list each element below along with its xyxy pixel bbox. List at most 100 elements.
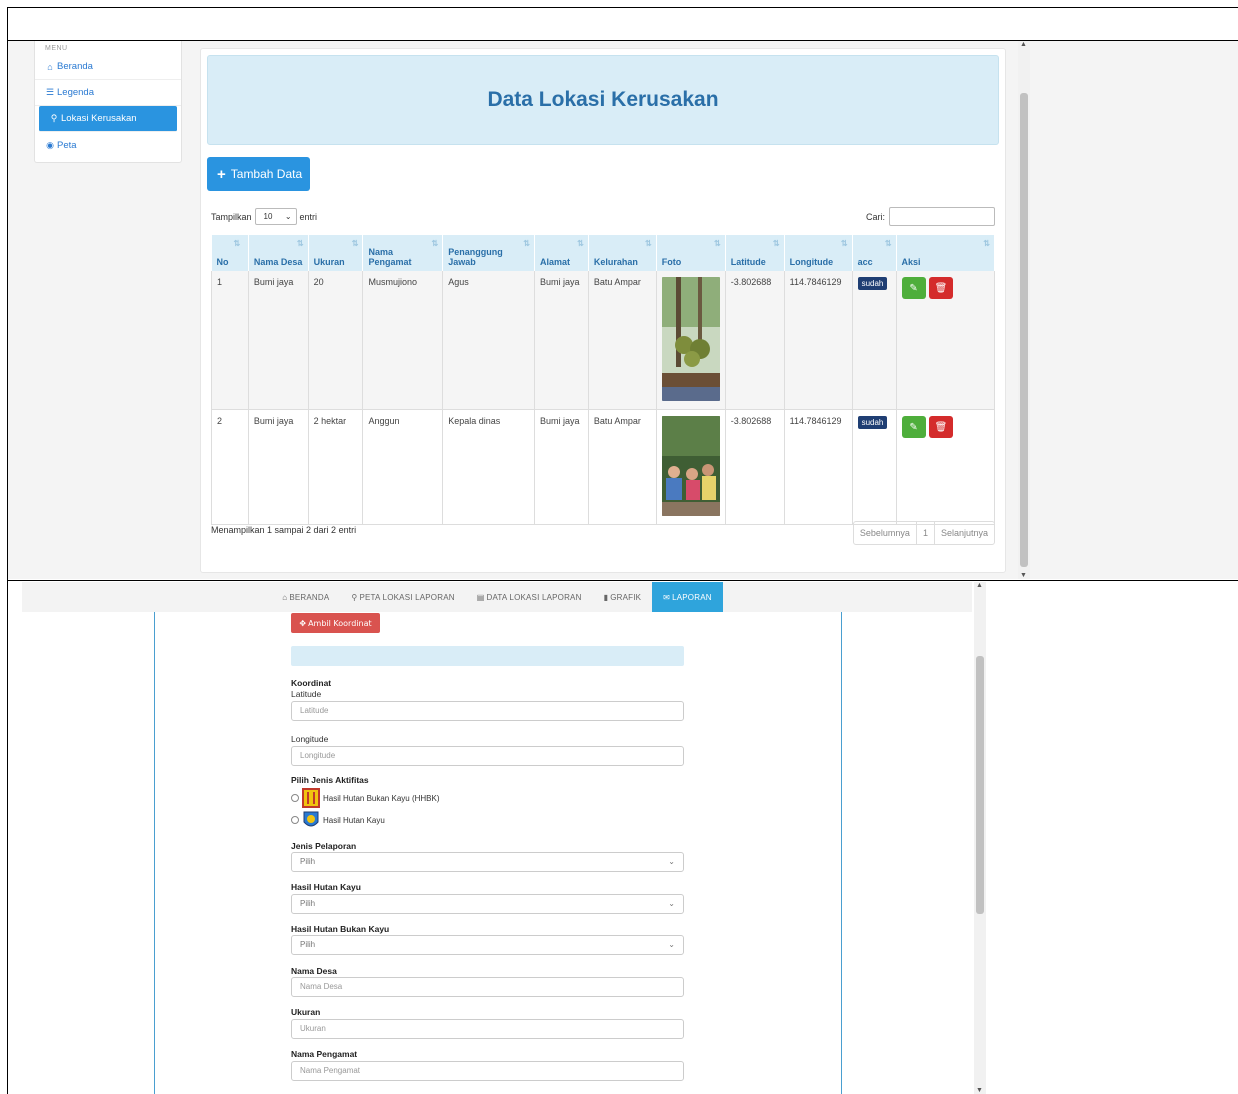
ukuran-input[interactable]: Ukuran [291, 1019, 684, 1039]
koordinat-heading: Koordinat [291, 678, 332, 688]
sidebar-item-lokasi-kerusakan[interactable]: ⚲ Lokasi Kerusakan [39, 106, 177, 132]
top-navbar: ⌂ BERANDA ⚲ PETA LOKASI LAPORAN ▤ DATA LOKA… [22, 582, 972, 612]
nav-data-lokasi-laporan[interactable]: ▤ DATA LOKASI LAPORAN [466, 582, 593, 612]
longitude-input[interactable]: Longitude [291, 746, 684, 766]
delete-button[interactable]: 🗑 [929, 416, 954, 438]
radio-hhk[interactable]: Hasil Hutan Kayu [291, 810, 385, 830]
cell-aksi: ✎ 🗑 [895, 409, 996, 525]
nav-label: PETA LOKASI LAPORAN [359, 592, 455, 602]
th-nama-pengamat[interactable]: ⇅ Nama Pengamat [362, 235, 444, 271]
pagination-page[interactable]: 1 [917, 522, 935, 544]
sidebar-item-peta[interactable]: ◉ Peta [35, 132, 181, 158]
th-alamat[interactable]: ⇅ Alamat [534, 235, 589, 271]
nav-beranda[interactable]: ⌂ BERANDA [271, 582, 340, 612]
nama-desa-input[interactable]: Nama Desa [291, 977, 684, 997]
th-aksi[interactable]: ⇅ Aksi [896, 235, 996, 271]
status-badge: sudah [857, 416, 888, 429]
edit-button[interactable]: ✎ [901, 416, 926, 438]
th-kelurahan[interactable]: ⇅ Kelurahan [588, 235, 657, 271]
search-label: Cari: [865, 211, 885, 222]
frame-line-top [8, 7, 1238, 8]
nav-label: LAPORAN [672, 592, 712, 602]
get-coordinates-button[interactable]: ✥ Ambil Koordinat [291, 613, 380, 633]
chevron-down-icon: ⌄ [668, 899, 675, 908]
map-marker-icon: ⚲ [351, 592, 358, 602]
cell-lat: -3.802688 [724, 409, 785, 525]
sort-icon: ⇅ [577, 239, 584, 248]
scroll-up-icon[interactable]: ▲ [1020, 41, 1027, 48]
add-data-label: Tambah Data [230, 167, 303, 181]
sort-icon: ⇅ [772, 239, 780, 248]
nav-grafik[interactable]: ▮ GRAFIK [593, 582, 653, 612]
th-foto[interactable]: ⇅ Foto [656, 235, 726, 271]
th-nama-desa[interactable]: ⇅ Nama Desa [248, 235, 309, 271]
scroll-down-icon[interactable]: ▼ [976, 1087, 983, 1094]
nav-peta-lokasi-laporan[interactable]: ⚲ PETA LOKASI LAPORAN [340, 582, 465, 612]
th-penanggung-jawab[interactable]: ⇅ Penanggung Jawab [442, 235, 535, 271]
report-form-screenshot: ⌂ BERANDA ⚲ PETA LOKASI LAPORAN ▤ DATA LOKA… [8, 582, 988, 1094]
scroll-up-icon[interactable]: ▲ [976, 582, 983, 589]
photo-thumbnail[interactable] [661, 416, 720, 516]
scrollbar-thumb[interactable] [976, 656, 984, 914]
latitude-input[interactable]: Latitude [291, 701, 684, 721]
th-acc[interactable]: ⇅ acc [852, 235, 897, 271]
cell-acc: sudah [851, 271, 897, 410]
scroll-down-icon[interactable]: ▼ [1020, 572, 1027, 579]
nav-label: BERANDA [289, 592, 330, 602]
nama-pengamat-input[interactable]: Nama Pengamat [291, 1061, 684, 1081]
cell-no: 2 [211, 409, 249, 525]
scrollbar-thumb[interactable] [1020, 93, 1028, 567]
pagination-prev[interactable]: Sebelumnya [854, 522, 917, 544]
table-header-row: ⇅ No ⇅ Nama Desa ⇅ Ukuran ⇅ Nama Pengamat ⇅ P… [211, 235, 996, 271]
sort-icon: ⇅ [714, 239, 721, 248]
pencil-icon: ✎ [909, 282, 918, 294]
table-row: 1 Bumi jaya 20 Musmujiono Agus Bumi jaya… [211, 271, 996, 410]
cell-ukuran: 20 [307, 271, 363, 410]
cell-desa: Bumi jaya [247, 409, 309, 525]
th-longitude[interactable]: ⇅ Longitude [784, 235, 853, 271]
radio-hhbk[interactable]: Hasil Hutan Bukan Kayu (HHBK) [291, 788, 440, 808]
pagination-next[interactable]: Selanjutnya [935, 522, 994, 544]
sidebar-item-label: Legenda [57, 87, 94, 98]
nav-laporan[interactable]: ✉ LAPORAN [652, 582, 723, 612]
scrollbar[interactable]: ▲ ▼ [1018, 41, 1030, 579]
sort-icon: ⇅ [296, 239, 304, 248]
delete-button[interactable]: 🗑 [929, 277, 954, 299]
sort-icon: ⇅ [983, 239, 990, 248]
th-ukuran[interactable]: ⇅ Ukuran [308, 235, 364, 271]
cell-pj: Kepala dinas [442, 409, 535, 525]
jenis-pelaporan-select[interactable]: Pilih ⌄ [291, 852, 684, 872]
select-value: Pilih [300, 940, 316, 949]
nama-desa-label: Nama Desa [291, 966, 337, 976]
plus-icon: + [217, 165, 226, 183]
cell-no: 1 [211, 271, 249, 410]
th-latitude[interactable]: ⇅ Latitude [725, 235, 785, 271]
hasil-hutan-bukan-kayu-select[interactable]: Pilih ⌄ [291, 935, 684, 955]
add-data-button[interactable]: + Tambah Data [207, 157, 310, 191]
radio-button[interactable] [291, 794, 299, 802]
radio-button[interactable] [291, 816, 299, 824]
scrollbar[interactable]: ▲ ▼ [974, 582, 986, 1094]
length-prefix: Tampilkan [211, 211, 252, 222]
sidebar-menu-title: MENU [45, 45, 68, 52]
table-row: 2 Bumi jaya 2 hektar Anggun Kepala dinas… [211, 409, 996, 525]
edit-button[interactable]: ✎ [901, 277, 926, 299]
cell-alamat: Bumi jaya [533, 271, 589, 410]
photo-thumbnail[interactable] [661, 277, 720, 401]
cell-acc: sudah [851, 409, 897, 525]
sidebar-item-beranda[interactable]: ⌂ Beranda [35, 54, 181, 80]
cell-pj: Agus [442, 271, 535, 410]
page-header: Data Lokasi Kerusakan [207, 55, 999, 145]
sidebar-item-legenda[interactable]: ☰ Legenda [35, 80, 181, 106]
globe-icon: ◉ [46, 139, 54, 150]
status-badge: sudah [857, 277, 888, 290]
search-input[interactable] [889, 207, 995, 226]
document-icon: ▤ [476, 592, 485, 602]
th-no[interactable]: ⇅ No [211, 235, 249, 271]
hasil-hutan-kayu-select[interactable]: Pilih ⌄ [291, 894, 684, 914]
nama-pengamat-label: Nama Pengamat [291, 1049, 358, 1059]
length-suffix: entri [299, 211, 318, 222]
content-card: Data Lokasi Kerusakan + Tambah Data Tamp… [200, 48, 1006, 573]
entries-select[interactable]: 10 ⌄ [254, 208, 297, 225]
nav-label: GRAFIK [610, 592, 642, 602]
